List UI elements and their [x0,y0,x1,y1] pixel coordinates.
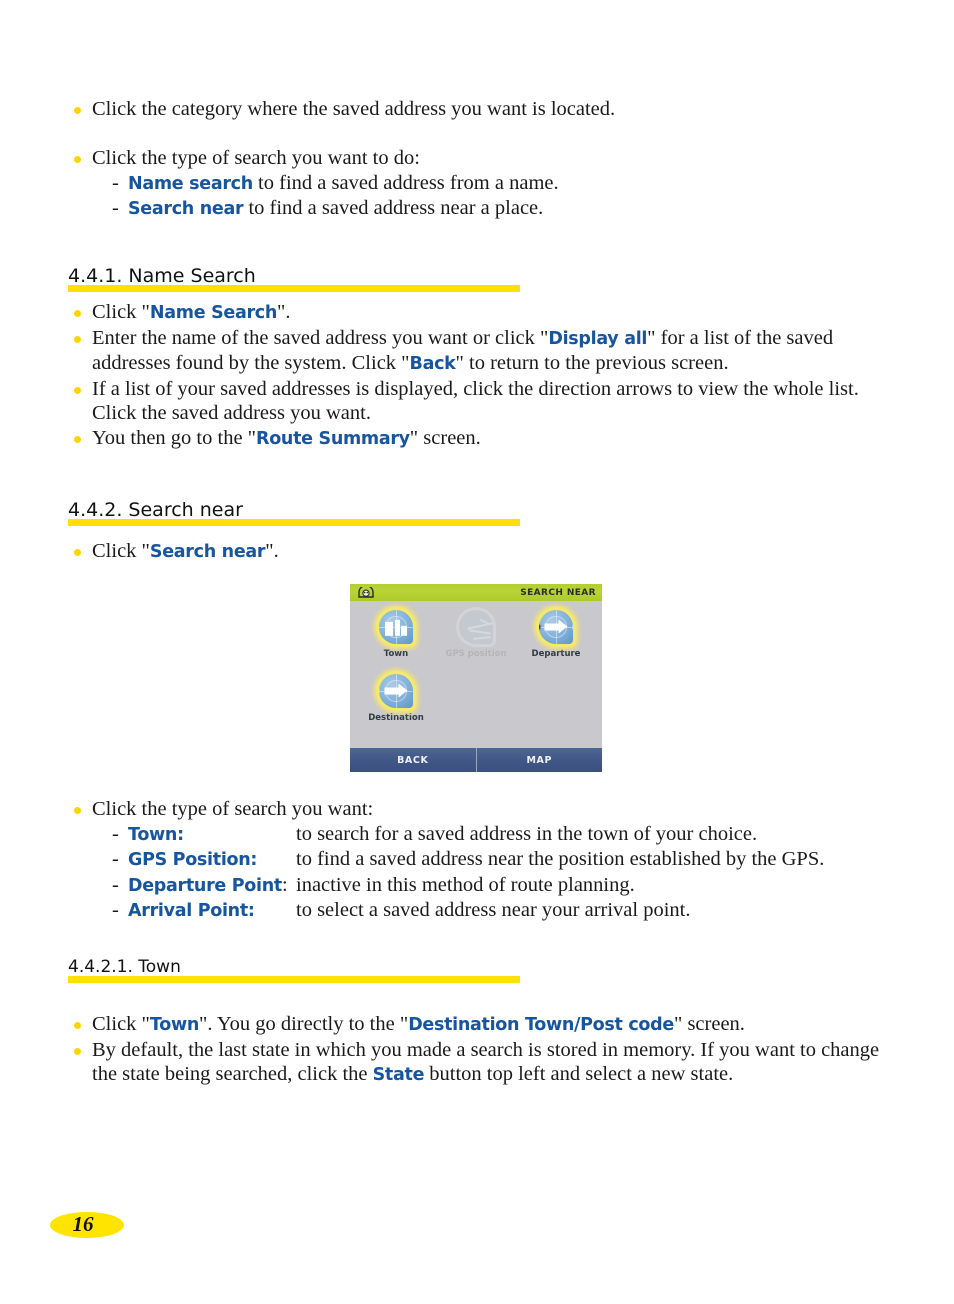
page-number: 16 [72,1211,94,1236]
device-tile-label: GPS position [445,649,507,659]
intro-bullet-group-2: Click the type of search you want to do:… [68,146,898,222]
link-departure-point[interactable]: Departure Point [128,876,282,896]
device-tile-gps-position: GPS position [443,607,509,659]
section-442-bullet: Click "Search near". [68,539,896,565]
departure-arrow-icon [536,607,576,647]
intro-bullet-group: Click the category where the saved addre… [68,97,898,122]
device-bottom-bar: BACK MAP [350,748,602,772]
gps-device-screenshot: SEARCH NEAR Town GPS position Departure … [350,584,602,772]
text-fragment: button top left and select a new state. [424,1063,734,1085]
heading-4-4-2: 4.4.2. Search near [68,499,520,526]
list-item: Search near to find a saved address near… [110,196,898,222]
option-colon: : [250,850,258,870]
intro-sub-2-text: to find a saved address near a place. [243,197,544,219]
option-colon: : [281,873,288,896]
list-item: Enter the name of the saved address you … [68,326,896,377]
option-description: inactive in this method of route plannin… [296,873,635,896]
list-item: By default, the last state in which you … [68,1038,896,1088]
device-title-bar: SEARCH NEAR [350,584,602,601]
list-item: GPS Position: to find a saved address ne… [110,847,908,873]
device-tile-label: Departure [531,649,581,659]
device-screen-body: Town GPS position Departure Destination [350,601,602,748]
section-4421-bullets: Click "Town". You go directly to the "De… [68,1012,896,1088]
link-search-near-2[interactable]: Search near [150,542,266,562]
link-town[interactable]: Town [128,825,177,845]
heading-4-4-1: 4.4.1. Name Search [68,265,520,292]
page-number-badge: 16 [50,1212,124,1238]
link-display-all[interactable]: Display all [548,329,647,349]
list-item: Click the type of search you want to do:… [68,146,898,222]
option-description: to search for a saved address in the tow… [296,822,758,845]
list-item: Click "Search near". [68,539,896,565]
text-fragment: If a list of your saved addresses is dis… [92,377,859,425]
list-item: Click "Town". You go directly to the "De… [68,1012,896,1038]
link-search-near[interactable]: Search near [128,199,244,219]
car-tunnel-icon [358,587,374,598]
intro-bullet-2: Click the type of search you want to do: [92,147,420,169]
heading-4-4-1-text: 4.4.1. Name Search [68,265,256,287]
list-item: Name search to find a saved address from… [110,171,898,197]
text-fragment: Click " [92,540,150,562]
device-tile-departure[interactable]: Departure [523,607,589,659]
text-fragment: Enter the name of the saved address you … [92,326,549,349]
link-name-search[interactable]: Name search [128,174,253,194]
device-screen-title: SEARCH NEAR [520,587,596,598]
list-item: Arrival Point: to select a saved address… [110,898,908,924]
device-tile-label: Destination [368,713,424,723]
text-fragment: Click " [92,301,150,323]
document-page: Click the category where the saved addre… [0,0,954,1304]
list-item: Town: to search for a saved address in t… [110,822,908,848]
link-route-summary[interactable]: Route Summary [256,429,410,449]
heading-underline-bar [68,976,520,983]
list-item: If a list of your saved addresses is dis… [68,377,896,426]
search-type-option-list: Click the type of search you want: Town:… [68,797,908,924]
text-fragment: " to return to the previous screen. [455,352,729,374]
text-fragment: ". [265,540,279,562]
text-fragment: Click the type of search you want: [92,798,374,820]
link-arrival-point[interactable]: Arrival Point [128,901,248,921]
device-map-button[interactable]: MAP [476,748,602,772]
text-fragment: You then go to the " [92,426,257,449]
list-item: Click "Name Search". [68,300,896,326]
text-fragment: Click " [92,1013,150,1035]
device-back-button[interactable]: BACK [350,748,477,772]
text-fragment: ". [277,301,291,323]
town-buildings-icon [376,607,416,647]
link-town-2[interactable]: Town [150,1015,199,1035]
text-fragment: ". You go directly to the " [198,1013,409,1035]
list-item: Departure Point: inactive in this method… [110,873,908,899]
text-fragment: " screen. [673,1013,745,1035]
option-colon: : [247,901,255,921]
option-description: to select a saved address near your arri… [296,899,691,921]
option-description: to find a saved address near the positio… [296,848,825,870]
heading-4-4-2-1: 4.4.2.1. Town [68,957,520,983]
list-item: Click the category where the saved addre… [68,97,898,122]
list-item: You then go to the "Route Summary" scree… [68,426,896,452]
gps-map-icon [456,607,496,647]
link-state[interactable]: State [373,1065,425,1085]
intro-bullet-1: Click the category where the saved addre… [92,98,616,120]
intro-sub-1-text: to find a saved address from a name. [252,171,559,194]
heading-4-4-2-1-text: 4.4.2.1. Town [68,957,181,977]
link-name-search-2[interactable]: Name Search [150,303,277,323]
heading-4-4-2-text: 4.4.2. Search near [68,499,243,521]
destination-arrow-icon [376,671,416,711]
device-tile-town[interactable]: Town [363,607,429,659]
device-tile-label: Town [383,649,409,659]
link-gps-position[interactable]: GPS Position [128,850,251,870]
device-tile-destination[interactable]: Destination [363,671,429,723]
list-item: Click the type of search you want: Town:… [68,797,908,924]
link-back[interactable]: Back [410,354,456,374]
section-441-bullets: Click "Name Search". Enter the name of t… [68,300,896,451]
text-fragment: " screen. [409,426,481,449]
option-colon: : [177,824,184,845]
link-destination-town-post-code[interactable]: Destination Town/Post code [408,1015,674,1035]
